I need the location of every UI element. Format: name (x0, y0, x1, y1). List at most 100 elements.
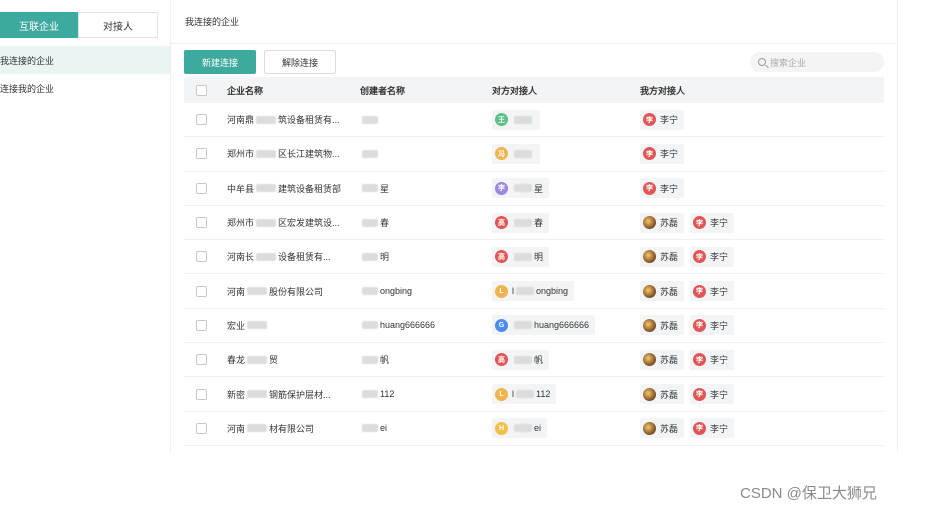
contact-chip[interactable]: 李李宁 (690, 281, 735, 302)
contact-chip[interactable]: 苏磊 (640, 246, 685, 267)
row-checkbox[interactable] (196, 114, 207, 126)
creator-name: huang666666 (360, 309, 435, 342)
contact-chip[interactable]: 李李宁 (640, 143, 685, 164)
contact-chip[interactable]: 苏磊 (640, 212, 685, 233)
column-header-creator: 创建者名称 (360, 85, 406, 96)
contact-chip[interactable]: Ll 112 (492, 384, 557, 405)
table-row[interactable]: 河南长 设备租赁有... 明高明苏磊李李宁 (184, 240, 884, 275)
contact-chip[interactable]: 李李宁 (690, 212, 735, 233)
contact-chip[interactable]: 苏磊 (640, 384, 685, 405)
row-checkbox[interactable] (196, 319, 207, 331)
avatar: G (495, 318, 508, 332)
redacted-text (362, 218, 378, 227)
tab-connected-companies[interactable]: 互联企业 (0, 12, 78, 38)
sidebar-item-my-connected[interactable]: 我连接的企业 (0, 46, 170, 74)
company-name-prefix: 新密 (227, 389, 246, 400)
row-checkbox[interactable] (196, 354, 207, 366)
contact-name-suffix: 星 (534, 183, 544, 194)
redacted-text (514, 218, 532, 227)
contact-chip[interactable]: 李李宁 (690, 246, 735, 267)
contact-chip[interactable]: 苏磊 (640, 281, 685, 302)
company-name-prefix: 郑州市 (227, 149, 255, 160)
contact-chip[interactable]: 李李宁 (640, 178, 685, 199)
avatar: 高 (495, 250, 508, 264)
row-checkbox[interactable] (196, 422, 207, 434)
contact-chip[interactable]: 李李宁 (690, 315, 735, 336)
header-checkbox-cell (196, 77, 207, 103)
our-contacts: 苏磊李李宁 (640, 274, 740, 307)
remove-connection-button[interactable]: 解除连接 (264, 50, 336, 74)
row-checkbox[interactable] (196, 217, 207, 229)
company-name: 新密 钢筋保护层材... (227, 377, 331, 410)
row-checkbox[interactable] (196, 285, 207, 297)
contact-chip[interactable]: Ghuang666666 (492, 315, 596, 336)
contact-chip[interactable]: 李星 (492, 178, 550, 199)
contact-chip[interactable]: Ll ongbing (492, 281, 575, 302)
contact-chip[interactable]: 苏磊 (640, 349, 685, 370)
row-checkbox-cell (196, 274, 207, 307)
row-checkbox[interactable] (196, 148, 207, 160)
row-checkbox[interactable] (196, 388, 207, 400)
contact-chip[interactable]: 高帆 (492, 349, 550, 370)
table-row[interactable]: 郑州市 区宏发建筑设... 春高春 苏磊李李宁 (184, 206, 884, 241)
redacted-text (514, 424, 532, 433)
table-row[interactable]: 郑州市 区长江建筑物... 冯 李李宁 (184, 137, 884, 172)
contact-chip[interactable]: 李李宁 (690, 418, 735, 439)
sidebar-item-connected-to-me[interactable]: 连接我的企业 (0, 74, 170, 102)
contact-name-suffix: 春 (534, 218, 544, 229)
avatar-photo (643, 387, 656, 401)
contact-chip[interactable]: 高明 (492, 246, 550, 267)
table-row[interactable]: 宏业 huang666666 Ghuang666666 苏磊李李宁 (184, 309, 884, 344)
contact-name: 李宁 (660, 183, 679, 194)
contact-chip[interactable]: 李李宁 (690, 384, 735, 405)
company-name-prefix: 河南长 (227, 252, 255, 263)
contact-chip[interactable]: Hei (492, 418, 548, 439)
table-row[interactable]: 新密 钢筋保护层材... 112 Ll 112 苏磊李李宁 (184, 377, 884, 412)
contact-chip[interactable]: 高春 (492, 212, 550, 233)
contact-name: 李宁 (660, 149, 679, 160)
redacted-text (516, 390, 534, 399)
page-title: 我连接的企业 (171, 0, 897, 44)
company-name-suffix: 设备租赁有... (278, 252, 331, 263)
redacted-text (256, 149, 277, 158)
search-icon (758, 58, 766, 66)
company-name-prefix: 春龙 (227, 355, 246, 366)
right-divider (897, 0, 898, 452)
select-all-checkbox[interactable] (196, 84, 207, 96)
creator-name-suffix: 帆 (380, 355, 390, 366)
creator-name: ei (360, 412, 387, 445)
row-checkbox-cell (196, 137, 207, 170)
contact-chip[interactable]: 李李宁 (690, 349, 735, 370)
row-checkbox[interactable] (196, 251, 207, 263)
company-table: 企业名称 创建者名称 对方对接人 我方对接人 河南鼎 筑设备租赁有... 王李李宁郑… (184, 77, 884, 446)
tab-contacts[interactable]: 对接人 (78, 12, 158, 38)
contact-name: 李宁 (710, 252, 729, 263)
table-row[interactable]: 中牟县 建筑设备租赁部星李星李李宁 (184, 172, 884, 206)
company-name: 郑州市 区宏发建筑设... (227, 206, 340, 239)
avatar-photo (643, 421, 656, 435)
row-checkbox[interactable] (196, 182, 207, 194)
new-connection-button[interactable]: 新建连接 (184, 50, 256, 74)
contact-chip[interactable]: 冯 (492, 143, 540, 164)
contact-chip[interactable]: 苏磊 (640, 418, 685, 439)
company-name-prefix: 河南鼎 (227, 115, 255, 126)
contact-name: 李宁 (710, 355, 729, 366)
contact-chip[interactable]: 苏磊 (640, 315, 685, 336)
creator-name: 帆 (360, 343, 389, 376)
our-contacts: 苏磊李李宁 (640, 240, 740, 273)
contact-name-suffix: ongbing (536, 286, 569, 297)
table-row[interactable]: 春龙贸帆高帆苏磊李李宁 (184, 343, 884, 378)
table-row[interactable]: 河南 股份有限公司 ongbing Ll ongbing 苏磊李李宁 (184, 274, 884, 309)
table-row[interactable]: 河南 材有限公司 ei Hei 苏磊李李宁 (184, 412, 884, 446)
table-row[interactable]: 河南鼎 筑设备租赁有... 王 李李宁 (184, 103, 884, 138)
company-name-suffix: 贸 (269, 355, 279, 366)
avatar: 李 (693, 216, 707, 230)
row-checkbox-cell (196, 343, 207, 376)
search-input[interactable]: 搜索企业 (750, 52, 884, 72)
contact-chip[interactable]: 王 (492, 109, 540, 130)
row-checkbox-cell (196, 412, 207, 445)
our-contacts: 苏磊李李宁 (640, 309, 740, 342)
contact-chip[interactable]: 李李宁 (640, 109, 685, 130)
redacted-text (247, 321, 268, 330)
contact-name-suffix: 帆 (534, 355, 544, 366)
